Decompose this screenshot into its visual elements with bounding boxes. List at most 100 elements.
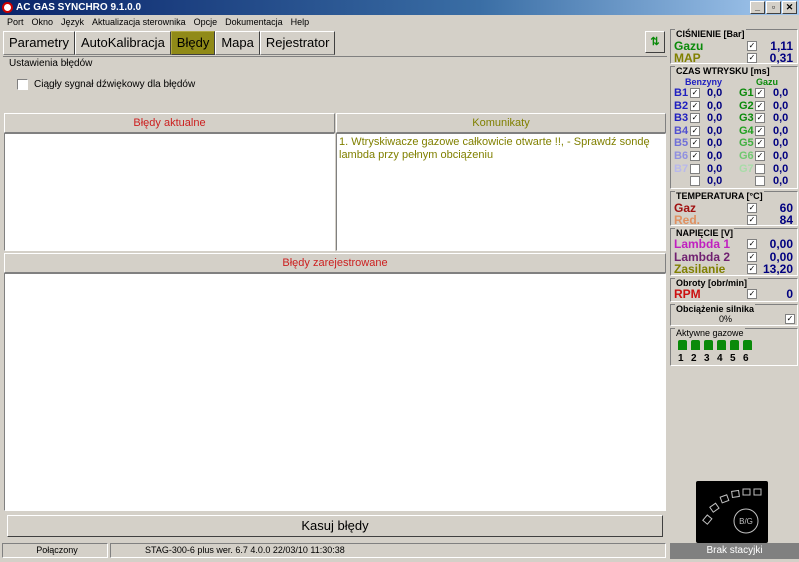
gas-injection-value: 0,0 <box>773 112 789 125</box>
active-gas-number: 5 <box>730 353 736 364</box>
gas-pressure-checkbox[interactable]: ✓ <box>747 41 757 51</box>
injector-icon <box>678 340 687 350</box>
menu-opcje[interactable]: Opcje <box>190 15 222 29</box>
injection-group: CZAS WTRYSKU [ms] Benzyny Gazu B1 ✓ 0,0 G1 ✓… <box>670 66 798 189</box>
supply-label: Zasilanie <box>674 262 726 276</box>
lambda2-checkbox[interactable]: ✓ <box>747 252 757 262</box>
gas-injector-checkbox[interactable]: ✓ <box>755 113 765 124</box>
load-value: 0% <box>719 314 733 324</box>
active-gas-number: 3 <box>704 353 710 364</box>
messages-box[interactable]: 1. Wtryskiwacze gazowe całkowicie otwart… <box>336 133 666 251</box>
load-group: Obciążenie silnika 0% ✓ <box>670 304 798 326</box>
gas-injection-value: 0,0 <box>773 99 789 112</box>
petrol-injector-checkbox[interactable]: ✓ <box>690 100 700 111</box>
menu-okno[interactable]: Okno <box>28 15 58 29</box>
status-connection: Połączony <box>2 543 108 558</box>
gas-injector-label: G2 <box>739 99 754 112</box>
temperature-group: TEMPERATURA [°C] Gaz ✓ 60 Red. ✓ 84 <box>670 191 798 227</box>
title-bar: AC GAS SYNCHRO 9.1.0.0 _ ▫ ✕ <box>0 0 799 15</box>
gas-injector-label: G4 <box>739 124 754 137</box>
petrol-injector-label: B2 <box>674 99 689 112</box>
petrol-injection-value: 0,0 <box>707 112 723 125</box>
settings-legend: Ustawienia błędów <box>9 58 93 69</box>
beep-checkbox[interactable] <box>17 79 28 90</box>
active-gas-number: 6 <box>743 353 749 364</box>
tab-parametry[interactable]: Parametry <box>3 31 75 55</box>
current-errors-list[interactable] <box>4 133 335 251</box>
menu-jezyk[interactable]: Język <box>57 15 88 29</box>
petrol-injector-checkbox[interactable]: ✓ <box>690 113 700 124</box>
petrol-injector-checkbox[interactable] <box>690 163 700 174</box>
tab-rejestrator[interactable]: Rejestrator <box>259 31 336 55</box>
petrol-injector-label: B3 <box>674 112 689 125</box>
close-button[interactable]: ✕ <box>782 1 797 14</box>
restore-button[interactable]: ▫ <box>766 1 781 14</box>
petrol-injector-checkbox[interactable]: ✓ <box>690 125 700 136</box>
petrol-injector-checkbox[interactable]: ✓ <box>690 151 700 161</box>
petrol-header: Benzyny <box>685 77 723 87</box>
active-gas-number: 1 <box>678 353 684 364</box>
rpm-label: RPM <box>674 287 701 301</box>
petrol-injector-checkbox[interactable] <box>690 176 700 187</box>
pressure-group: CIŚNIENIE [Bar] Gazu ✓ 1,11 MAP ✓ 0,31 <box>670 29 798 65</box>
gas-injection-value: 0,0 <box>773 162 789 175</box>
gas-injection-value: 0,0 <box>773 175 789 188</box>
gas-icon: ⇅ <box>650 36 660 48</box>
fuel-switch-logo[interactable]: B/G <box>696 481 768 543</box>
active-gas-group: Aktywne gazowe 1 2 3 4 5 6 <box>670 328 798 366</box>
tab-mapa[interactable]: Mapa <box>215 31 260 55</box>
map-label: MAP <box>674 51 701 65</box>
petrol-injector-checkbox[interactable]: ✓ <box>690 88 700 98</box>
window-title: AC GAS SYNCHRO 9.1.0.0 <box>16 2 142 13</box>
rpm-checkbox[interactable]: ✓ <box>747 289 757 299</box>
tab-bledy[interactable]: Błędy <box>170 31 216 55</box>
gas-injector-checkbox[interactable]: ✓ <box>755 151 765 161</box>
gas-switch-button[interactable]: ⇅ <box>645 31 665 53</box>
message-text: 1. Wtryskiwacze gazowe całkowicie otwart… <box>339 136 650 161</box>
menu-bar: Port Okno Język Aktualizacja sterownika … <box>0 15 799 29</box>
gas-injector-checkbox[interactable] <box>755 163 765 174</box>
supply-checkbox[interactable]: ✓ <box>747 264 757 274</box>
menu-dokumentacja[interactable]: Dokumentacja <box>221 15 287 29</box>
gas-header: Gazu <box>756 77 779 87</box>
reducer-temp-checkbox[interactable]: ✓ <box>747 215 757 225</box>
petrol-injection-value: 0,0 <box>707 137 723 150</box>
map-value: 0,31 <box>769 51 793 65</box>
beep-checkbox-row[interactable]: Ciągły sygnał dźwiękowy dla błędów <box>17 79 195 90</box>
gas-injector-checkbox[interactable]: ✓ <box>755 88 765 98</box>
lambda1-checkbox[interactable]: ✓ <box>747 239 757 249</box>
gas-injector-label: G5 <box>739 137 754 150</box>
app-icon <box>2 2 13 13</box>
registered-errors-list[interactable] <box>4 273 666 511</box>
gas-injector-checkbox[interactable]: ✓ <box>755 138 765 149</box>
right-panel: CIŚNIENIE [Bar] Gazu ✓ 1,11 MAP ✓ 0,31 C… <box>670 29 799 562</box>
load-title: Obciążenie silnika <box>675 304 756 314</box>
gas-injector-label: G3 <box>739 112 754 125</box>
injector-icon <box>717 340 726 350</box>
injector-icon <box>730 340 739 350</box>
tab-bar: Parametry AutoKalibracja Błędy Mapa Reje… <box>3 31 336 55</box>
injection-title: CZAS WTRYSKU [ms] <box>675 66 771 76</box>
menu-aktualizacja[interactable]: Aktualizacja sterownika <box>88 15 190 29</box>
tab-autokalibracja[interactable]: AutoKalibracja <box>74 31 171 55</box>
ignition-status: Brak stacyjki <box>670 543 799 559</box>
registered-errors-header: Błędy zarejestrowane <box>4 253 666 273</box>
active-gas-title: Aktywne gazowe <box>675 328 745 338</box>
gas-injection-value: 0,0 <box>773 87 789 99</box>
gas-temp-checkbox[interactable]: ✓ <box>747 203 757 213</box>
menu-port[interactable]: Port <box>3 15 28 29</box>
gas-injector-checkbox[interactable]: ✓ <box>755 100 765 111</box>
gas-injection-value: 0,0 <box>773 137 789 150</box>
gas-injector-checkbox[interactable]: ✓ <box>755 125 765 136</box>
gas-injector-label: G1 <box>739 87 754 99</box>
clear-errors-button[interactable]: Kasuj błędy <box>7 515 663 537</box>
messages-header: Komunikaty <box>336 113 666 133</box>
status-device: STAG-300-6 plus wer. 6.7 4.0.0 22/03/10 … <box>110 543 666 558</box>
petrol-injector-checkbox[interactable]: ✓ <box>690 138 700 149</box>
gas-injector-checkbox[interactable] <box>755 176 765 187</box>
supply-value: 13,20 <box>762 262 793 276</box>
load-checkbox[interactable]: ✓ <box>785 314 795 324</box>
map-checkbox[interactable]: ✓ <box>747 53 757 63</box>
menu-help[interactable]: Help <box>287 15 314 29</box>
minimize-button[interactable]: _ <box>750 1 765 14</box>
